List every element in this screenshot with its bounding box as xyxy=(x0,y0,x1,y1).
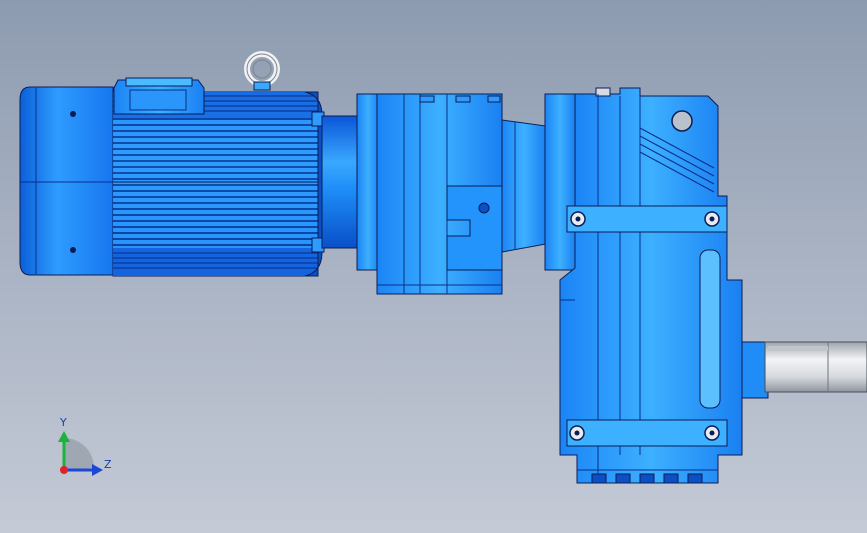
triad-y-arrow-icon xyxy=(58,431,70,442)
output-bearing-cover xyxy=(699,249,721,409)
input-flange xyxy=(356,93,380,271)
triad-x-origin-icon xyxy=(60,466,68,474)
strap-bolt-icon xyxy=(569,425,585,441)
top-bolt xyxy=(419,95,435,103)
cone-coupling xyxy=(501,119,547,253)
triad-y-label: Y xyxy=(59,416,67,429)
shaft-key xyxy=(768,346,828,351)
triad-plane-quadrant xyxy=(64,438,94,470)
motor-end-cap xyxy=(19,86,114,276)
motor-adapter-neck xyxy=(321,115,363,249)
cap-bolt-icon xyxy=(70,247,76,253)
orientation-triad[interactable]: Y Z xyxy=(58,416,112,476)
triad-z-arrow-icon xyxy=(92,464,103,476)
input-gear-stage[interactable] xyxy=(356,93,503,295)
output-shaft-collar xyxy=(741,341,769,399)
top-bolt xyxy=(455,95,471,103)
cad-viewport[interactable]: Y Z xyxy=(0,0,867,533)
strap-bolt-icon xyxy=(570,211,586,227)
lower-clamp-strap xyxy=(566,419,728,447)
output-shaft[interactable] xyxy=(764,341,867,393)
cap-bolt-icon xyxy=(70,111,76,117)
motor-bottom-band xyxy=(113,248,318,276)
main-gearbox[interactable] xyxy=(544,87,769,484)
strap-bolt-icon xyxy=(704,425,720,441)
gearbox-input-flange xyxy=(544,93,576,271)
top-bolt xyxy=(487,95,501,103)
terminal-box-lid xyxy=(125,77,193,87)
drain-plug-icon xyxy=(478,202,490,214)
lifting-eye-icon xyxy=(244,51,280,91)
triad-z-label: Z xyxy=(104,458,112,471)
upper-clamp-strap xyxy=(566,205,728,233)
terminal-box-face xyxy=(129,89,187,111)
motor-cooling-fins xyxy=(113,118,318,248)
motor[interactable] xyxy=(19,51,325,277)
mounting-hole-icon xyxy=(671,110,693,132)
strap-bolt-icon xyxy=(704,211,720,227)
